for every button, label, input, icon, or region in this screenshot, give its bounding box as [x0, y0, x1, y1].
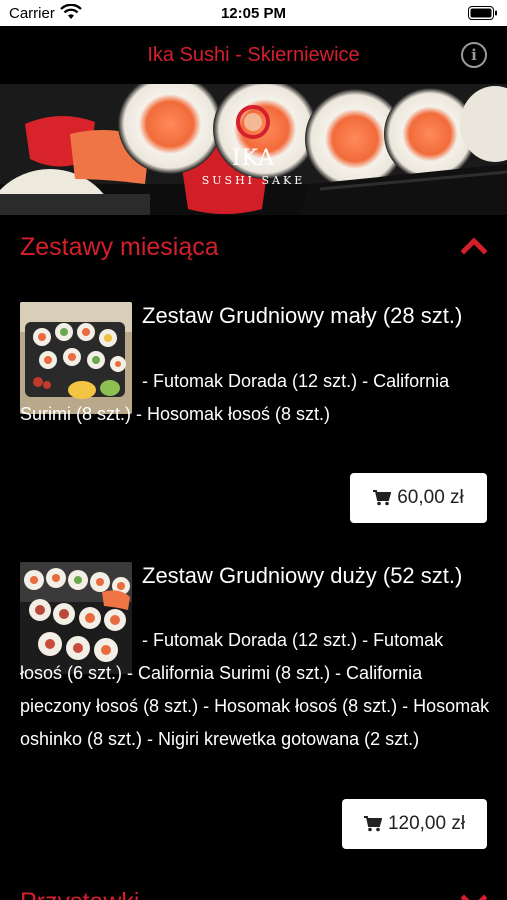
product-description: - Futomak Dorada (12 szt.) - California … — [20, 365, 490, 431]
product-description: - Futomak Dorada (12 szt.) - Futomak łos… — [20, 624, 490, 756]
battery-icon — [468, 6, 497, 20]
product-title: Zestaw Grudniowy mały (28 szt.) — [142, 303, 463, 328]
section-title: Zestawy miesiąca — [20, 233, 219, 261]
chevron-up-icon — [461, 237, 487, 255]
clock: 12:05 PM — [220, 5, 287, 22]
price-label: 120,00 zł — [387, 813, 466, 834]
product-title: Zestaw Grudniowy duży (52 szt.) — [142, 563, 463, 588]
page-title: Ika Sushi - Skierniewice — [147, 44, 360, 66]
info-button[interactable]: i — [461, 42, 487, 68]
price-label: 60,00 zł — [397, 487, 464, 508]
info-icon: i — [471, 46, 477, 64]
banner-logo-subtitle: SUSHI SAKE — [201, 174, 306, 187]
chevron-down-icon — [461, 894, 487, 900]
navigation-bar: Ika Sushi - Skierniewice i — [0, 26, 507, 84]
section-title: Przystawki — [20, 888, 139, 900]
cart-icon — [363, 816, 382, 832]
cart-icon — [373, 490, 392, 506]
section-header-appetizers[interactable]: Przystawki — [0, 870, 507, 900]
product-description-text: - Futomak Dorada (12 szt.) - California … — [20, 371, 450, 424]
product-description-text: - Futomak Dorada (12 szt.) - Futomak łos… — [20, 630, 490, 749]
banner-logo-name: IKA — [231, 146, 276, 171]
add-to-cart-button[interactable]: 60,00 zł — [350, 473, 487, 523]
section-header-monthly-sets[interactable]: Zestawy miesiąca — [0, 215, 507, 279]
add-to-cart-button[interactable]: 120,00 zł — [342, 799, 487, 849]
status-bar: Carrier 12:05 PM — [0, 0, 507, 26]
app-screen: Carrier 12:05 PM Ika Sushi - Skierniewic… — [0, 0, 507, 900]
restaurant-banner: IKA SUSHI SAKE — [0, 84, 507, 215]
